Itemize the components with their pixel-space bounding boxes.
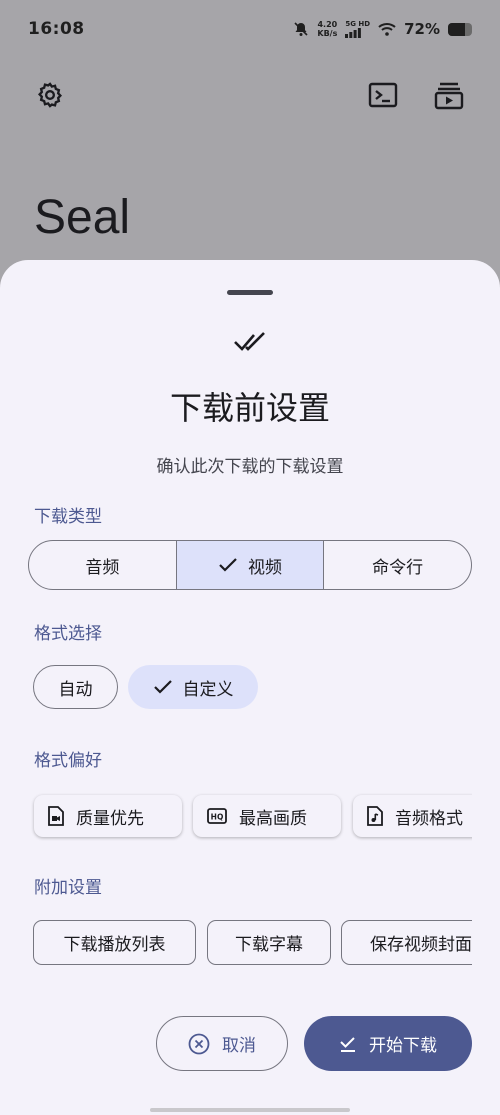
- audio-file-icon: [367, 806, 383, 826]
- status-time: 16:08: [28, 19, 85, 39]
- chip-save-thumbnail-label: 保存视频封面: [370, 935, 472, 955]
- subscriptions-button[interactable]: [432, 78, 466, 112]
- signal-icon: [345, 28, 362, 38]
- download-done-icon: [340, 1036, 355, 1052]
- app-title: Seal: [34, 191, 131, 244]
- battery-icon: [448, 22, 472, 36]
- format-preference-label: 格式偏好: [34, 751, 102, 771]
- chip-download-playlist-label: 下载播放列表: [63, 935, 166, 955]
- chip-download-playlist[interactable]: 下载播放列表: [33, 920, 196, 965]
- chip-highest-quality-label: 最高画质: [239, 808, 307, 829]
- segment-audio[interactable]: 音频: [29, 541, 177, 589]
- status-bar: 16:08 4.20 KB/s 5G HD 72%: [0, 0, 500, 58]
- segment-command[interactable]: 命令行: [324, 541, 471, 589]
- wifi-icon: [378, 23, 396, 36]
- status-icons: 4.20 KB/s 5G HD 72%: [293, 20, 472, 38]
- mute-bell-icon: [294, 22, 308, 36]
- video-file-icon: [48, 806, 64, 826]
- chip-auto-label: 自动: [58, 679, 93, 700]
- gesture-nav-bar[interactable]: [150, 1108, 350, 1112]
- format-selection-label: 格式选择: [34, 624, 102, 644]
- sheet-title: 下载前设置: [169, 389, 330, 427]
- chip-audio-format[interactable]: 音频格式: [353, 795, 472, 837]
- cancel-button-label: 取消: [222, 1036, 256, 1056]
- additional-settings-label: 附加设置: [34, 878, 102, 898]
- done-all-icon: [234, 332, 265, 351]
- download-settings-sheet: 下载前设置 确认此次下载的下载设置 下载类型 音频 视频 命令行 格式选择 自动…: [0, 260, 500, 1115]
- check-icon: [219, 558, 237, 572]
- svg-text:HQ: HQ: [211, 813, 224, 822]
- video-library-icon: [434, 82, 464, 110]
- terminal-button[interactable]: [366, 78, 400, 112]
- chip-highest-quality[interactable]: HQ 最高画质: [193, 795, 341, 837]
- chip-save-thumbnail[interactable]: 保存视频封面: [341, 920, 472, 965]
- network-type: 5G HD: [345, 20, 371, 28]
- chip-custom-label: 自定义: [182, 679, 234, 700]
- speed-unit: KB/s: [317, 29, 338, 38]
- check-icon: [153, 680, 172, 694]
- segment-audio-label: 音频: [85, 557, 120, 578]
- network-speed: 4.20 KB/s: [317, 20, 337, 38]
- chip-download-subtitles-label: 下载字幕: [235, 935, 303, 955]
- speed-value: 4.20: [317, 20, 338, 29]
- terminal-icon: [368, 82, 398, 108]
- chip-audio-format-label: 音频格式: [395, 808, 463, 829]
- chip-auto[interactable]: 自动: [33, 665, 118, 709]
- cancel-button[interactable]: 取消: [156, 1016, 288, 1071]
- cancel-icon: [188, 1033, 210, 1054]
- segment-video[interactable]: 视频: [176, 541, 325, 589]
- settings-button[interactable]: [33, 78, 67, 112]
- start-download-button-label: 开始下载: [369, 1036, 437, 1056]
- chip-quality-first[interactable]: 质量优先: [34, 795, 182, 837]
- chip-download-subtitles[interactable]: 下载字幕: [207, 920, 331, 965]
- gear-icon: [38, 82, 62, 108]
- start-download-button[interactable]: 开始下载: [304, 1016, 472, 1071]
- battery-percent: 72%: [404, 20, 440, 38]
- drag-handle[interactable]: [227, 290, 273, 295]
- hq-icon: HQ: [207, 808, 227, 824]
- sheet-subtitle: 确认此次下载的下载设置: [156, 457, 344, 477]
- chip-custom[interactable]: 自定义: [128, 665, 258, 709]
- chip-quality-first-label: 质量优先: [76, 808, 144, 829]
- segment-command-label: 命令行: [372, 557, 424, 578]
- segment-video-label: 视频: [248, 557, 282, 578]
- download-type-label: 下载类型: [34, 507, 102, 527]
- battery-fill: [448, 22, 466, 36]
- download-type-selector: 音频 视频 命令行: [28, 540, 472, 590]
